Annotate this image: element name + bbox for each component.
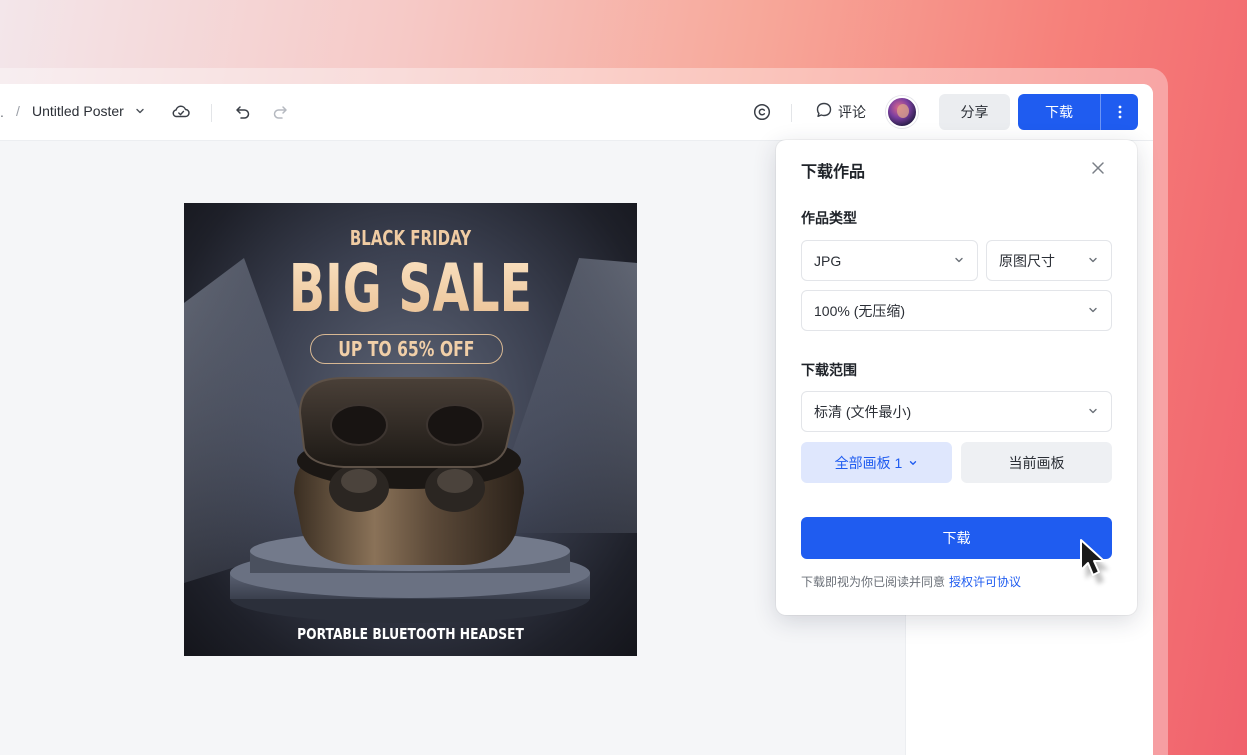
poster-discount-text: UP TO 65% OFF [338,337,475,361]
section-label-type: 作品类型 [801,210,857,226]
poster-headline-large: BIG SALE [247,251,573,327]
size-value: 原图尺寸 [999,252,1055,269]
current-artboard-button[interactable]: 当前画板 [961,442,1112,483]
poster-discount-badge: UP TO 65% OFF [310,334,503,364]
avatar[interactable] [886,96,918,128]
redo-icon[interactable] [270,102,290,127]
chevron-down-icon [1087,404,1099,420]
chevron-down-icon [953,253,965,269]
agreement-note: 下载即视为你已阅读并同意 授权许可协议 [801,573,1021,590]
breadcrumb-ellipsis[interactable]: . [0,104,4,120]
cursor-icon [1077,537,1123,594]
chevron-down-icon[interactable] [134,104,146,122]
poster-canvas[interactable]: BLACK FRIDAY BIG SALE UP TO 65% OFF PORT… [184,203,637,656]
close-icon[interactable] [1090,160,1106,181]
size-select[interactable]: 原图尺寸 [986,240,1112,281]
document-title[interactable]: Untitled Poster [32,103,124,119]
more-vertical-icon[interactable] [1100,94,1138,130]
chevron-down-icon [1087,253,1099,269]
top-toolbar: . / Untitled Poster 评论 分享 下载 [0,84,1153,141]
download-button[interactable]: 下载 [1018,94,1100,130]
agreement-text: 下载即视为你已阅读并同意 [801,575,946,589]
share-button[interactable]: 分享 [939,94,1010,130]
toolbar-divider [791,104,792,122]
resolution-value: 标清 (文件最小) [814,403,912,420]
undo-icon[interactable] [233,102,253,127]
comment-icon [815,101,833,122]
format-value: JPG [814,252,842,269]
comment-label: 评论 [838,103,866,120]
chevron-down-icon [908,455,918,471]
copyright-icon[interactable] [752,102,772,127]
chevron-down-icon [1087,303,1099,319]
resolution-select[interactable]: 标清 (文件最小) [801,391,1112,432]
section-label-range: 下载范围 [801,362,857,378]
all-artboards-button[interactable]: 全部画板 1 [801,442,952,483]
all-artboards-label: 全部画板 1 [834,454,903,471]
download-button-group: 下载 [1018,94,1138,130]
toolbar-divider [211,104,212,122]
download-confirm-button[interactable]: 下载 [801,517,1112,559]
format-select[interactable]: JPG [801,240,978,281]
breadcrumb-separator: / [16,103,20,119]
panel-title: 下载作品 [801,164,866,181]
poster-headline-small: BLACK FRIDAY [349,226,472,250]
comment-button[interactable]: 评论 [815,101,866,122]
quality-select[interactable]: 100% (无压缩) [801,290,1112,331]
cloud-icon[interactable] [170,101,192,128]
license-agreement-link[interactable]: 授权许可协议 [949,575,1021,589]
poster-footer-text: PORTABLE BLUETOOTH HEADSET [297,625,524,643]
quality-value: 100% (无压缩) [814,302,906,319]
